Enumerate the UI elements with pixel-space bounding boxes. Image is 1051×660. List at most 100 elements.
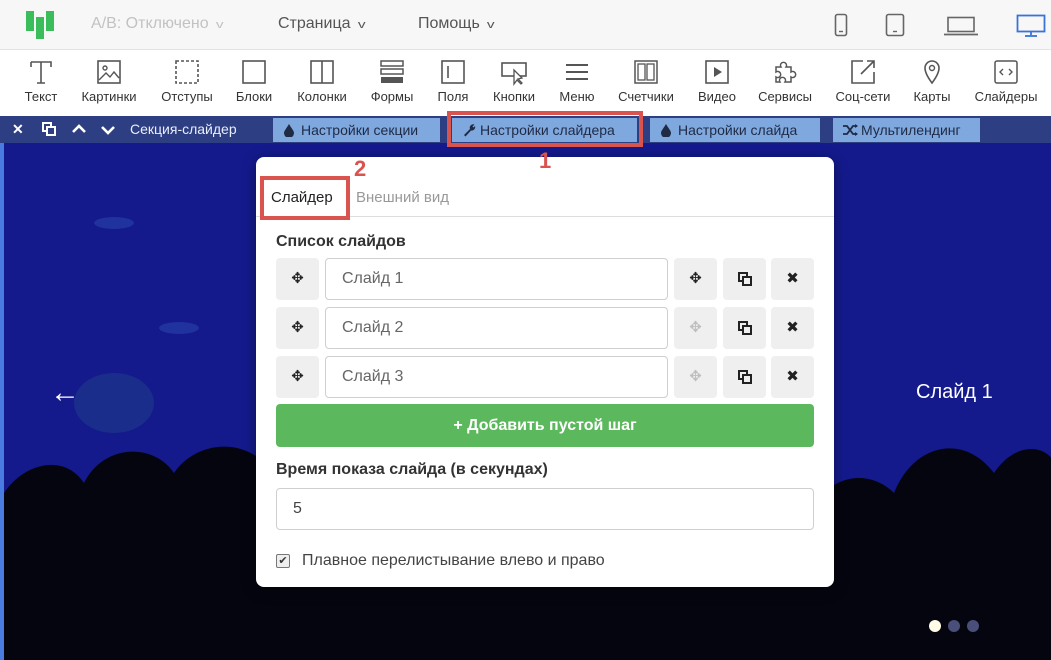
- help-label: Помощь: [418, 15, 480, 32]
- tool-social[interactable]: Соц-сети: [832, 58, 894, 104]
- tool-columns[interactable]: Колонки: [292, 58, 352, 104]
- tool-label: Текст: [24, 89, 58, 104]
- phone-icon[interactable]: [834, 13, 848, 37]
- slide-settings-label: Настройки слайда: [678, 122, 798, 138]
- close-icon: ✖: [786, 319, 799, 336]
- annotation-number-2: 2: [354, 156, 367, 181]
- delete-slide-button[interactable]: ✖: [771, 258, 814, 300]
- close-icon: ✖: [786, 270, 799, 287]
- tool-fields[interactable]: Поля: [434, 58, 472, 104]
- ab-test-label: A/B: Отключено: [91, 15, 209, 32]
- close-icon[interactable]: ✕: [12, 121, 24, 138]
- slider-dot[interactable]: [967, 620, 979, 632]
- move-icon: ✥: [291, 368, 304, 385]
- spacing-icon: [175, 60, 199, 84]
- chevron-down-icon[interactable]: [101, 125, 115, 135]
- slide-move-button[interactable]: ✥: [674, 356, 717, 398]
- copy-icon: [737, 321, 752, 335]
- tool-counters[interactable]: Счетчики: [614, 58, 678, 104]
- smooth-scroll-checkbox[interactable]: ✔: [276, 554, 290, 568]
- tool-label: Сервисы: [758, 89, 812, 104]
- page-dropdown[interactable]: Страница v: [278, 15, 365, 33]
- annotation-number-1: 1: [539, 148, 552, 173]
- shuffle-icon: [843, 124, 858, 136]
- slide-move-button[interactable]: ✥: [674, 258, 717, 300]
- prev-slide-arrow[interactable]: ←: [50, 376, 80, 410]
- annotation-box-2: [260, 176, 350, 220]
- help-dropdown[interactable]: Помощь v: [418, 15, 495, 33]
- duration-label: Время показа слайда (в секундах): [276, 461, 548, 478]
- tool-forms[interactable]: Формы: [366, 58, 418, 104]
- chevron-down-icon: v: [215, 19, 224, 31]
- section-settings-button[interactable]: Настройки секции: [273, 118, 440, 142]
- tool-buttons[interactable]: Кнопки: [487, 58, 541, 104]
- chevron-up-icon[interactable]: [72, 124, 86, 134]
- duplicate-slide-button[interactable]: [723, 307, 766, 349]
- tool-sliders[interactable]: Слайдеры: [971, 58, 1041, 104]
- tool-video[interactable]: Видео: [695, 58, 739, 104]
- puzzle-icon: [775, 61, 797, 83]
- add-empty-step-button[interactable]: + Добавить пустой шаг: [276, 404, 814, 447]
- counter-icon: [634, 60, 658, 84]
- tool-label: Кнопки: [493, 89, 535, 104]
- move-icon: ✥: [291, 270, 304, 287]
- arrows-icon: ✥: [689, 319, 702, 336]
- drag-handle[interactable]: ✥: [276, 258, 319, 300]
- slider-dots: [929, 619, 986, 637]
- slide-name-input[interactable]: Слайд 2: [325, 307, 668, 349]
- tool-label: Меню: [559, 89, 595, 104]
- tool-maps[interactable]: Карты: [910, 58, 954, 104]
- copy-icon: [737, 272, 752, 286]
- button-icon: [501, 62, 527, 86]
- tool-text[interactable]: Текст: [22, 58, 60, 104]
- smooth-scroll-label: Плавное перелистывание влево и право: [302, 552, 605, 569]
- menu-icon: [566, 64, 588, 80]
- section-settings-label: Настройки секции: [301, 122, 419, 138]
- ab-test-dropdown[interactable]: A/B: Отключено v: [91, 15, 224, 33]
- slide-name-input[interactable]: Слайд 3: [325, 356, 668, 398]
- tool-label: Счетчики: [618, 89, 674, 104]
- laptop-icon[interactable]: [944, 16, 978, 36]
- tool-label: Карты: [913, 89, 951, 104]
- duplicate-slide-button[interactable]: [723, 356, 766, 398]
- drag-handle[interactable]: ✥: [276, 356, 319, 398]
- multilanding-button[interactable]: Мультилендинг: [833, 118, 980, 142]
- element-toolbar: Текст Картинки Отступы Блоки Колонки Фор…: [0, 51, 1051, 116]
- forms-icon: [380, 60, 404, 83]
- tool-blocks[interactable]: Блоки: [232, 58, 276, 104]
- slide-name-input[interactable]: Слайд 1: [325, 258, 668, 300]
- slider-dot[interactable]: [948, 620, 960, 632]
- tool-services[interactable]: Сервисы: [754, 58, 816, 104]
- top-bar: A/B: Отключено v Страница v Помощь v: [0, 0, 1051, 50]
- annotation-box-1: [447, 111, 643, 147]
- drag-handle[interactable]: ✥: [276, 307, 319, 349]
- logo-icon[interactable]: [26, 11, 54, 39]
- chevron-down-icon: v: [486, 19, 495, 31]
- tab-appearance[interactable]: Внешний вид: [356, 189, 449, 206]
- desktop-icon[interactable]: [1016, 14, 1046, 38]
- copy-icon[interactable]: [42, 122, 56, 136]
- close-icon: ✖: [786, 368, 799, 385]
- tool-label: Слайдеры: [974, 89, 1038, 104]
- tool-menu[interactable]: Меню: [555, 58, 599, 104]
- tool-images[interactable]: Картинки: [76, 58, 142, 104]
- columns-icon: [310, 60, 334, 84]
- share-icon: [851, 60, 875, 84]
- section-name: Секция-слайдер: [130, 121, 237, 137]
- slide-move-button[interactable]: ✥: [674, 307, 717, 349]
- slide-title: Слайд 1: [916, 381, 993, 403]
- slide-settings-button[interactable]: Настройки слайда: [650, 118, 820, 142]
- tool-spacing[interactable]: Отступы: [157, 58, 217, 104]
- duration-input[interactable]: 5: [276, 488, 814, 530]
- tool-label: Отступы: [161, 89, 213, 104]
- map-pin-icon: [924, 60, 940, 85]
- slider-icon: [994, 60, 1018, 84]
- duplicate-slide-button[interactable]: [723, 258, 766, 300]
- tool-label: Соц-сети: [835, 89, 891, 104]
- slider-dot[interactable]: [929, 620, 941, 632]
- delete-slide-button[interactable]: ✖: [771, 356, 814, 398]
- delete-slide-button[interactable]: ✖: [771, 307, 814, 349]
- video-icon: [705, 60, 729, 84]
- tablet-icon[interactable]: [885, 13, 905, 37]
- tool-label: Поля: [437, 89, 469, 104]
